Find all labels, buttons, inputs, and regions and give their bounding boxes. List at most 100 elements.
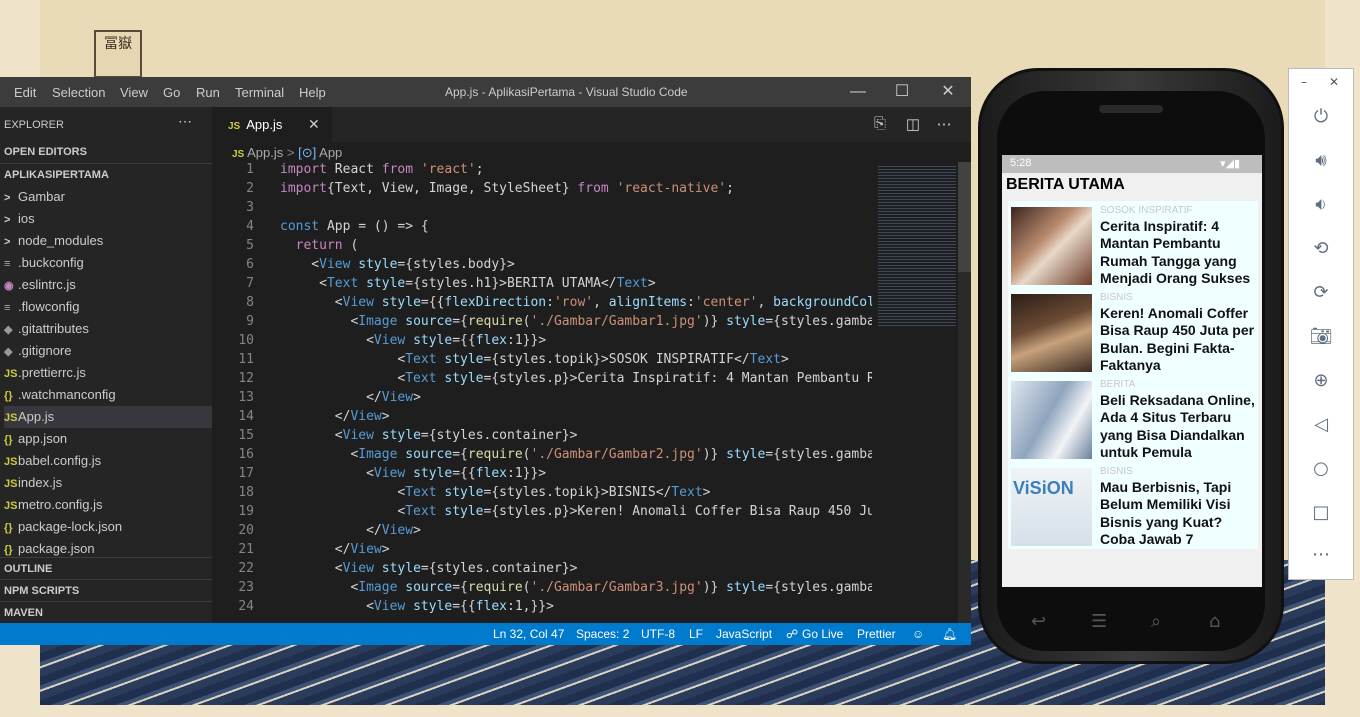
file-item[interactable]: {} .watchmanconfig	[4, 384, 212, 406]
split-editor-icon[interactable]: ◫	[903, 115, 923, 133]
news-item[interactable]: SOSOK INSPIRATIF Cerita Inspiratif: 4 Ma…	[1008, 201, 1258, 288]
file-item[interactable]: ≡ .flowconfig	[4, 296, 212, 318]
minimap[interactable]	[872, 162, 958, 623]
code-line[interactable]: import React from 'react';	[280, 162, 484, 177]
notifications-icon[interactable]: 🔔︎	[942, 627, 957, 641]
minimize-button[interactable]: —	[835, 80, 881, 104]
file-item[interactable]: ◉ .eslintrc.js	[4, 274, 212, 296]
close-icon[interactable]: ✕	[1329, 75, 1339, 89]
maven-section[interactable]: MAVEN	[4, 607, 43, 619]
menu-run[interactable]: Run	[196, 85, 220, 100]
overview-icon[interactable]: □	[1309, 501, 1333, 525]
menu-help[interactable]: Help	[299, 85, 326, 100]
code-line[interactable]: <View style={{flex:1}}>	[280, 466, 546, 481]
code-line[interactable]: <Text style={styles.p}>Keren! Anomali Co…	[280, 504, 872, 519]
code-line[interactable]: </View>	[280, 542, 390, 557]
code-line[interactable]: <View style={{flex:1,}}>	[280, 599, 554, 614]
file-item[interactable]: ≡ .buckconfig	[4, 252, 212, 274]
news-feed[interactable]: SOSOK INSPIRATIF Cerita Inspiratif: 4 Ma…	[1008, 201, 1258, 549]
nav-menu-icon[interactable]: ☰	[1091, 611, 1107, 632]
code-line[interactable]: <View style={styles.body}>	[280, 257, 515, 272]
code-line[interactable]: <View style={{flexDirection:'row', align…	[280, 295, 872, 310]
file-item[interactable]: JSindex.js	[4, 472, 212, 494]
file-item[interactable]: ◆ .gitignore	[4, 340, 212, 362]
breadcrumb-symbol[interactable]: App	[319, 145, 342, 160]
code-line[interactable]: <Text style={styles.topik}>SOSOK INSPIRA…	[280, 352, 788, 367]
language-mode[interactable]: JavaScript	[716, 627, 772, 641]
more-actions-icon[interactable]: ⋯	[934, 115, 954, 133]
line-number: 12	[238, 371, 254, 386]
explorer-sidebar: EXPLORER ⋯ OPEN EDITORS APLIKASIPERTAMA …	[0, 107, 212, 623]
menu-edit[interactable]: Edit	[14, 85, 36, 100]
code-line[interactable]: <Text style={styles.h1}>BERITA UTAMA</Te…	[280, 276, 656, 291]
project-section[interactable]: APLIKASIPERTAMA	[4, 169, 109, 181]
nav-home-icon[interactable]: ⌂	[1209, 611, 1220, 632]
file-item[interactable]: {} app.json	[4, 428, 212, 450]
code-line[interactable]: <Text style={styles.topik}>BISNIS</Text>	[280, 485, 710, 500]
more-icon[interactable]: ⋯	[178, 113, 192, 130]
encoding[interactable]: UTF-8	[641, 627, 675, 641]
back-icon[interactable]: ◁	[1309, 413, 1333, 437]
close-button[interactable]: ✕	[925, 80, 971, 104]
code-line[interactable]: <Text style={styles.p}>Cerita Inspiratif…	[280, 371, 872, 386]
code-editor[interactable]: 1 import React from 'react'; 2 import{Text,…	[212, 162, 872, 623]
open-changes-icon[interactable]: ⎘	[870, 115, 890, 132]
code-line[interactable]: <View style={{flex:1}}>	[280, 333, 546, 348]
feedback-icon[interactable]: ☺	[912, 627, 924, 641]
breadcrumb-file[interactable]: App.js	[247, 145, 283, 160]
minimize-icon[interactable]: –	[1301, 75, 1307, 89]
nav-back-icon[interactable]: ↩	[1031, 611, 1046, 632]
menu-terminal[interactable]: Terminal	[235, 85, 284, 100]
camera-icon[interactable]: 📷︎	[1309, 325, 1333, 349]
power-icon[interactable]: ⏻	[1309, 105, 1333, 129]
menu-go[interactable]: Go	[163, 85, 180, 100]
menu-selection[interactable]: Selection	[52, 85, 105, 100]
file-item[interactable]: > ios	[4, 208, 212, 230]
editor-scrollbar[interactable]	[958, 162, 971, 623]
zoom-icon[interactable]: ⊕	[1309, 369, 1333, 393]
code-line[interactable]: import{Text, View, Image, StyleSheet} fr…	[280, 181, 734, 196]
open-editors-section[interactable]: OPEN EDITORS	[4, 146, 87, 158]
news-item[interactable]: BERITA Beli Reksadana Online, Ada 4 Situ…	[1008, 375, 1258, 462]
code-line[interactable]: <Image source={require('./Gambar/Gambar1…	[280, 314, 872, 329]
news-item[interactable]: ViSiON BISNIS Mau Berbisnis, Tapi Belum …	[1008, 462, 1258, 549]
rotate-left-icon[interactable]: ⟲	[1309, 237, 1333, 261]
npm-scripts-section[interactable]: NPM SCRIPTS	[4, 585, 79, 597]
home-icon[interactable]: ○	[1309, 457, 1333, 481]
code-line[interactable]: <View style={styles.container}>	[280, 428, 578, 443]
line-ending[interactable]: LF	[689, 627, 703, 641]
file-item[interactable]: ◆ .gitattributes	[4, 318, 212, 340]
file-item[interactable]: JS.prettierrc.js	[4, 362, 212, 384]
tab-close-icon[interactable]: ✕	[308, 107, 320, 142]
nav-search-icon[interactable]: ⌕	[1151, 611, 1161, 632]
prettier-button[interactable]: Prettier	[857, 627, 896, 641]
code-line[interactable]: </View>	[280, 409, 390, 424]
file-item[interactable]: > node_modules	[4, 230, 212, 252]
code-line[interactable]: const App = () => {	[280, 219, 429, 234]
maximize-button[interactable]: ☐	[879, 80, 925, 104]
file-item[interactable]: > Gambar	[4, 186, 212, 208]
code-line[interactable]: <Image source={require('./Gambar/Gambar2…	[280, 447, 872, 462]
outline-section[interactable]: OUTLINE	[4, 563, 52, 575]
rotate-right-icon[interactable]: ⟳	[1309, 281, 1333, 305]
file-item[interactable]: JSbabel.config.js	[4, 450, 212, 472]
go-live-button[interactable]: Go Live	[802, 627, 843, 641]
tab-app-js[interactable]: JS App.js ✕	[212, 107, 332, 142]
indentation[interactable]: Spaces: 2	[576, 627, 629, 641]
file-item[interactable]: {} package-lock.json	[4, 516, 212, 538]
menu-view[interactable]: View	[120, 85, 148, 100]
code-line[interactable]: <Image source={require('./Gambar/Gambar3…	[280, 580, 872, 595]
scroll-thumb[interactable]	[958, 162, 971, 272]
more-icon[interactable]: ⋯	[1309, 543, 1333, 567]
code-line[interactable]: </View>	[280, 523, 421, 538]
volume-down-icon[interactable]: 🔉︎	[1309, 193, 1333, 217]
code-line[interactable]: </View>	[280, 390, 421, 405]
file-item[interactable]: JSmetro.config.js	[4, 494, 212, 516]
volume-up-icon[interactable]: 🔊︎	[1309, 149, 1333, 173]
code-line[interactable]: <View style={styles.container}>	[280, 561, 578, 576]
news-item[interactable]: BISNIS Keren! Anomali Coffer Bisa Raup 4…	[1008, 288, 1258, 375]
code-line[interactable]: return (	[280, 238, 359, 253]
cursor-position[interactable]: Ln 32, Col 47	[493, 627, 564, 641]
file-item[interactable]: {} package.json	[4, 538, 212, 560]
file-item[interactable]: JSApp.js	[4, 406, 212, 428]
